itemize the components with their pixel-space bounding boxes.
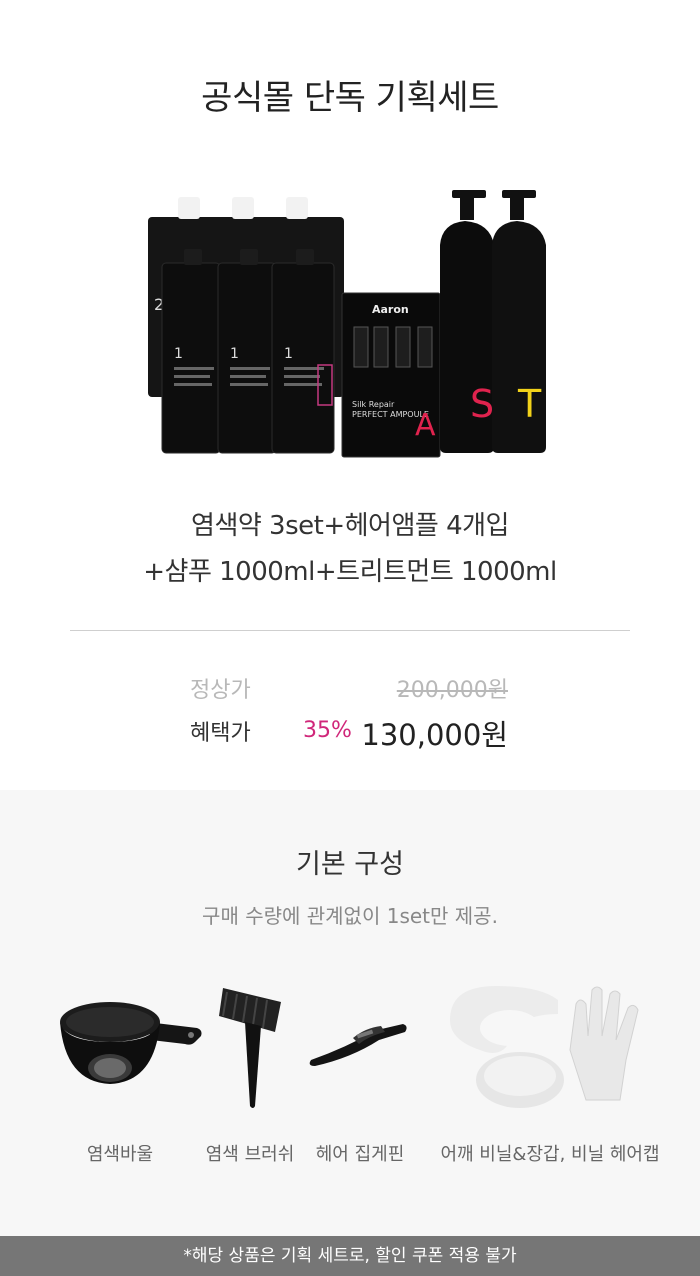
notice-bar: *해당 상품은 기획 세트로, 할인 쿠폰 적용 불가 [0, 1236, 700, 1276]
basic-composition-section: 기본 구성 구매 수량에 관계없이 1set만 제공. 염색바울 염색 브러쉬 … [0, 790, 700, 1236]
dye-bowl-icon [60, 1002, 202, 1084]
ampoule-brand: Aaron [372, 303, 409, 316]
sale-price-amount: 130,000원 [361, 718, 508, 752]
basic-item-label-cape-gloves-cap: 어깨 비닐&장갑, 비닐 헤어캡 [440, 1144, 660, 1165]
product-desc-line-2: +샴푸 1000ml+트리트먼트 1000ml [143, 557, 557, 587]
pouch-number-3: 1 [284, 346, 293, 362]
notice-text: *해당 상품은 기획 세트로, 할인 쿠폰 적용 불가 [183, 1246, 517, 1266]
ampoule-letter: A [415, 408, 436, 443]
product-section: 공식몰 단독 기획세트 2 1 1 1 Aaron Silk Repair PE… [0, 0, 700, 790]
shampoo-bottle: S [440, 190, 494, 453]
pouch-number-1: 1 [174, 346, 183, 362]
product-desc-line-1: 염색약 3set+헤어앰플 4개입 [191, 511, 509, 541]
basic-composition-desc: 구매 수량에 관계없이 1set만 제공. [202, 904, 498, 928]
divider [70, 630, 630, 631]
basic-item-label-hair-clip: 헤어 집게핀 [315, 1144, 405, 1165]
product-description: 염색약 3set+헤어앰플 4개입 +샴푸 1000ml+트리트먼트 1000m… [0, 503, 700, 595]
sale-price-label: 혜택가 [190, 721, 251, 746]
normal-price-amount: 200,000원 [396, 678, 508, 703]
dye-brush-icon [219, 988, 281, 1108]
front-pouches: 1 1 1 [161, 249, 335, 454]
product-set-svg: 2 1 1 1 Aaron Silk Repair PERFECT AMPOUL… [148, 190, 546, 458]
hair-clip-icon [309, 1024, 407, 1066]
page-title: 공식몰 단독 기획세트 [201, 78, 499, 118]
basic-composition-title: 기본 구성 [296, 849, 404, 880]
shampoo-letter: S [470, 382, 494, 426]
ampoule-box: Aaron Silk Repair PERFECT AMPOULE A [341, 292, 441, 458]
cape-gloves-cap-icon [450, 986, 639, 1108]
treatment-letter: T [517, 382, 542, 426]
discount-rate: 35% [303, 718, 352, 743]
ampoule-name-1: Silk Repair [352, 400, 395, 409]
normal-price-label: 정상가 [190, 678, 251, 703]
basic-item-label-dye-brush: 염색 브러쉬 [205, 1144, 295, 1165]
pouch-number-2: 1 [230, 346, 239, 362]
product-set-image: 2 1 1 1 Aaron Silk Repair PERFECT AMPOUL… [140, 185, 560, 465]
treatment-bottle: T [492, 190, 546, 453]
basic-item-label-dye-bowl: 염색바울 [86, 1144, 154, 1165]
